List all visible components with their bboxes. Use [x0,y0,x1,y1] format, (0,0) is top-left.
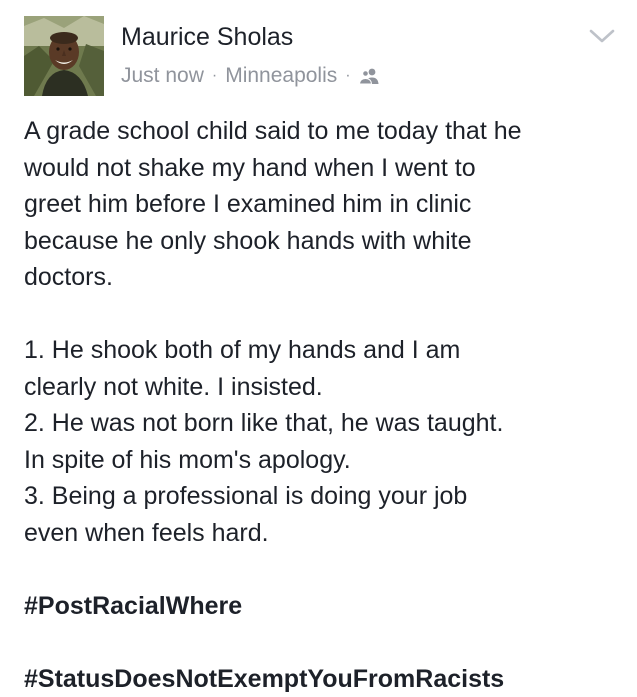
facebook-post: Maurice Sholas Just now · Minneapolis · … [0,0,637,696]
post-text-line: doctors. [24,259,624,296]
chevron-down-icon[interactable] [588,26,616,46]
meta-separator: · [212,62,217,90]
post-text-line: A grade school child said to me today th… [24,113,624,150]
hashtag-link[interactable]: #StatusDoesNotExemptYouFromRacists [24,661,624,697]
location-link[interactable]: Minneapolis [225,62,337,90]
post-text-line: because he only shook hands with white [24,223,624,260]
paragraph-gap [24,624,624,661]
post-text-line: In spite of his mom's apology. [24,442,624,479]
author-name[interactable]: Maurice Sholas [121,21,293,53]
paragraph-gap [24,551,624,588]
post-list-paragraph: 1. He shook both of my hands and I am cl… [24,332,624,551]
post-text-line: 1. He shook both of my hands and I am [24,332,624,369]
avatar[interactable] [24,16,104,96]
hashtag-link[interactable]: #PostRacialWhere [24,588,624,625]
meta-separator: · [345,62,350,90]
timestamp[interactable]: Just now [121,62,204,90]
post-text-line: clearly not white. I insisted. [24,369,624,406]
profile-photo [24,16,104,96]
post-text-line: greet him before I examined him in clini… [24,186,624,223]
post-meta: Just now · Minneapolis · [121,62,381,90]
post-text-line: would not shake my hand when I went to [24,150,624,187]
post-text-line: even when feels hard. [24,515,624,552]
friends-icon[interactable] [359,66,381,86]
post-text-line: 3. Being a professional is doing your jo… [24,478,624,515]
post-text-line: 2. He was not born like that, he was tau… [24,405,624,442]
post-body: A grade school child said to me today th… [24,113,624,697]
post-intro-paragraph: A grade school child said to me today th… [24,113,624,296]
paragraph-gap [24,296,624,333]
